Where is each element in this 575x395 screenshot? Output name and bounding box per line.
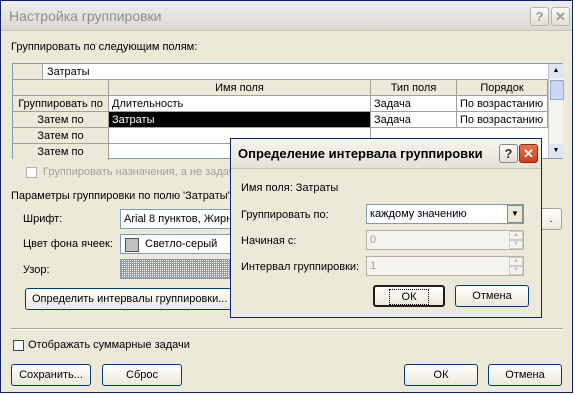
grid-corner — [13, 64, 43, 80]
cell-bg-value: Светло-серый — [145, 238, 218, 250]
start-label: Начиная с: — [241, 235, 297, 247]
help-icon[interactable]: ? — [530, 7, 549, 26]
row-header-then-by: Затем по — [13, 128, 109, 144]
interval-label: Интервал группировки: — [241, 261, 360, 273]
column-header-field-name: Имя поля — [109, 80, 371, 96]
field-name-label: Имя поля: Затраты — [241, 182, 339, 194]
interval-group-by-label: Группировать по: — [241, 209, 329, 221]
scroll-down-icon[interactable]: ▼ — [549, 144, 563, 158]
field-type-cell[interactable]: Задача — [371, 96, 457, 112]
group-assignments-label: Группировать назначения, а не задачи — [43, 166, 231, 178]
group-assignments-checkbox[interactable] — [26, 167, 37, 178]
order-cell[interactable]: По возрастанию — [457, 96, 548, 112]
field-type-cell[interactable]: Задача — [371, 112, 457, 128]
cell-bg-label: Цвет фона ячеек: — [23, 238, 113, 250]
close-icon[interactable]: ✕ — [551, 7, 570, 26]
pattern-label: Узор: — [23, 264, 50, 276]
column-header-order: Порядок — [457, 80, 548, 96]
start-value: 0 — [370, 234, 377, 246]
column-header-field-type: Тип поля — [371, 80, 457, 96]
interval-dialog-title-bar: Определение интервала группировки ? ✕ — [231, 139, 541, 169]
scroll-up-icon[interactable]: ▲ — [549, 64, 563, 78]
spin-down-icon[interactable]: ▼ — [509, 240, 523, 249]
group-by-value: каждому значению — [370, 208, 467, 220]
save-button[interactable]: Сохранить... — [11, 364, 91, 386]
pattern-dropdown[interactable] — [120, 259, 232, 279]
interval-spinner[interactable]: 1 ▲ ▼ — [366, 256, 524, 276]
group-by-dropdown[interactable]: каждому значению ▼ — [366, 204, 524, 224]
row-header-then-by: Затем по — [13, 112, 109, 128]
interval-dialog-title: Определение интервала группировки — [238, 146, 483, 161]
font-label: Шрифт: — [23, 213, 63, 225]
order-cell[interactable]: По возрастанию — [457, 112, 548, 128]
divider — [11, 328, 563, 330]
interval-value: 1 — [370, 260, 377, 272]
title-bar: Настройка группировки ? ✕ — [1, 1, 572, 31]
close-icon[interactable]: ✕ — [519, 144, 538, 163]
grid-scrollbar[interactable]: ▲ ▼ — [548, 64, 564, 158]
interval-ok-button[interactable]: ОК — [373, 285, 445, 307]
ok-button[interactable]: ОК — [404, 364, 478, 386]
interval-cancel-button[interactable]: Отмена — [455, 285, 529, 307]
color-swatch — [125, 238, 139, 252]
help-icon[interactable]: ? — [499, 144, 518, 163]
font-field[interactable]: Arial 8 пунктов, Жирн — [120, 209, 232, 229]
cancel-button[interactable]: Отмена — [488, 364, 562, 386]
field-name-cell[interactable]: Длительность — [109, 96, 371, 112]
group-by-label: Группировать по следующим полям: — [11, 41, 198, 53]
row-header-then-by: Затем по — [13, 144, 109, 160]
spin-down-icon[interactable]: ▼ — [509, 266, 523, 275]
row-header-group-by: Группировать по — [13, 96, 109, 112]
grid-edit-row[interactable]: Затраты — [43, 64, 548, 80]
start-spinner[interactable]: 0 ▲ ▼ — [366, 230, 524, 250]
grid-row-header-corner — [13, 80, 109, 96]
define-intervals-button[interactable]: Определить интервалы группировки... — [25, 288, 232, 310]
cell-bg-dropdown[interactable]: Светло-серый — [120, 234, 232, 254]
field-name-cell-selected[interactable]: Затраты — [109, 112, 371, 128]
spin-up-icon[interactable]: ▲ — [509, 257, 523, 266]
params-label: Параметры группировки по полю 'Затраты' — [11, 190, 230, 202]
interval-ok-label: ОК — [388, 289, 430, 305]
scroll-thumb[interactable] — [550, 80, 564, 100]
dialog-title: Настройка группировки — [9, 8, 162, 24]
show-summary-label: Отображать суммарные задачи — [28, 339, 190, 351]
show-summary-checkbox[interactable] — [13, 340, 24, 351]
interval-dialog: Определение интервала группировки ? ✕ Им… — [230, 138, 542, 318]
font-button[interactable]: . — [540, 208, 562, 230]
reset-button[interactable]: Сброс — [102, 364, 182, 386]
chevron-down-icon[interactable]: ▼ — [507, 205, 523, 223]
spin-up-icon[interactable]: ▲ — [509, 231, 523, 240]
